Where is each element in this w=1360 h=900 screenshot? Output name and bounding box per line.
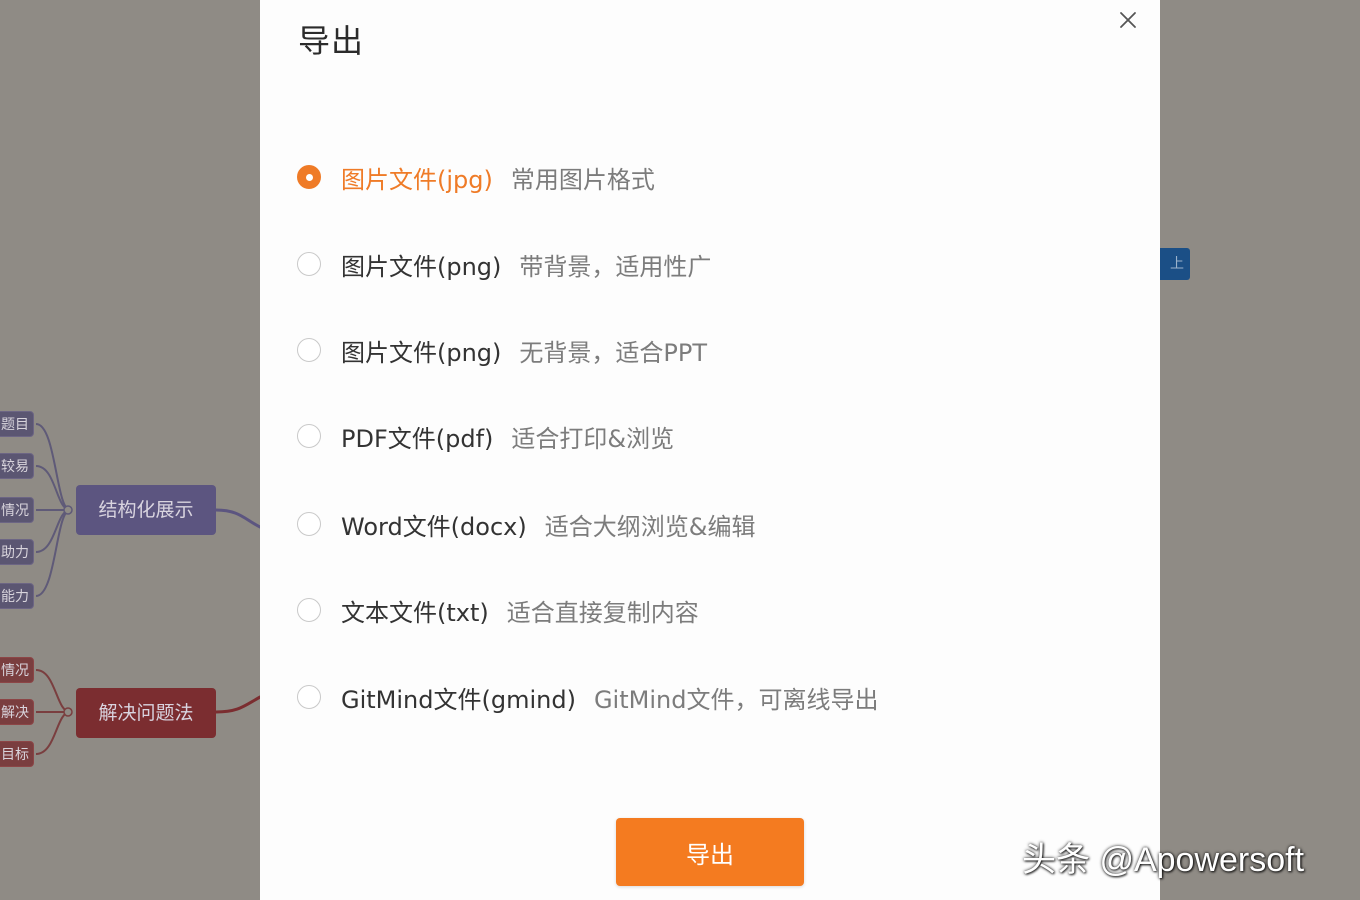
radio-button[interactable]	[297, 252, 321, 276]
radio-button[interactable]	[297, 165, 321, 189]
export-dialog: 导出 图片文件(jpg) 常用图片格式 图片文件(png) 带背景，适用性广 图…	[260, 0, 1160, 900]
export-button[interactable]: 导出	[616, 818, 804, 886]
app-stage: 题目 较易 情况 助力 能力 结构化展示 情况 解决 目标 解决问题法 上 导出…	[0, 0, 1360, 900]
option-description: 适合打印&浏览	[511, 424, 675, 453]
option-description: 带背景，适用性广	[519, 252, 712, 281]
export-option-gmind[interactable]: GitMind文件(gmind) GitMind文件，可离线导出	[297, 680, 878, 714]
export-option-docx[interactable]: Word文件(docx) 适合大纲浏览&编辑	[297, 507, 755, 541]
radio-button[interactable]	[297, 685, 321, 709]
option-label: GitMind文件(gmind)	[341, 685, 576, 714]
close-button[interactable]	[1116, 8, 1140, 32]
mindmap-leaf: 解决	[0, 699, 34, 725]
watermark-text: 头条 @Apowersoft	[1022, 841, 1305, 879]
mindmap-leaf: 能力	[0, 583, 34, 609]
mindmap-leaf: 情况	[0, 497, 34, 523]
option-label: PDF文件(pdf)	[341, 424, 494, 453]
dialog-title: 导出	[298, 22, 365, 60]
option-label: Word文件(docx)	[341, 512, 527, 541]
radio-button[interactable]	[297, 598, 321, 622]
export-option-png-bg[interactable]: 图片文件(png) 带背景，适用性广	[297, 247, 711, 281]
option-description: 适合大纲浏览&编辑	[544, 512, 756, 541]
option-label: 文本文件(txt)	[341, 598, 489, 627]
export-option-png-transparent[interactable]: 图片文件(png) 无背景，适合PPT	[297, 333, 707, 367]
option-label: 图片文件(jpg)	[341, 165, 493, 194]
radio-button[interactable]	[297, 512, 321, 536]
mindmap-leaf: 助力	[0, 539, 34, 565]
mindmap-leaf: 目标	[0, 741, 34, 767]
radio-button[interactable]	[297, 424, 321, 448]
export-option-pdf[interactable]: PDF文件(pdf) 适合打印&浏览	[297, 419, 674, 453]
export-option-jpg[interactable]: 图片文件(jpg) 常用图片格式	[297, 160, 655, 194]
mindmap-leaf: 情况	[0, 657, 34, 683]
option-description: 无背景，适合PPT	[519, 338, 708, 367]
export-option-txt[interactable]: 文本文件(txt) 适合直接复制内容	[297, 593, 699, 627]
radio-button[interactable]	[297, 338, 321, 362]
option-description: GitMind文件，可离线导出	[593, 685, 879, 714]
mindmap-leaf: 较易	[0, 453, 34, 479]
close-icon	[1120, 12, 1136, 28]
option-description: 适合直接复制内容	[506, 598, 699, 627]
mindmap-topic: 解决问题法	[76, 688, 216, 738]
option-label: 图片文件(png)	[341, 338, 502, 367]
option-description: 常用图片格式	[510, 165, 655, 194]
mindmap-topic: 结构化展示	[76, 485, 216, 535]
option-label: 图片文件(png)	[341, 252, 502, 281]
mindmap-leaf: 题目	[0, 411, 34, 437]
